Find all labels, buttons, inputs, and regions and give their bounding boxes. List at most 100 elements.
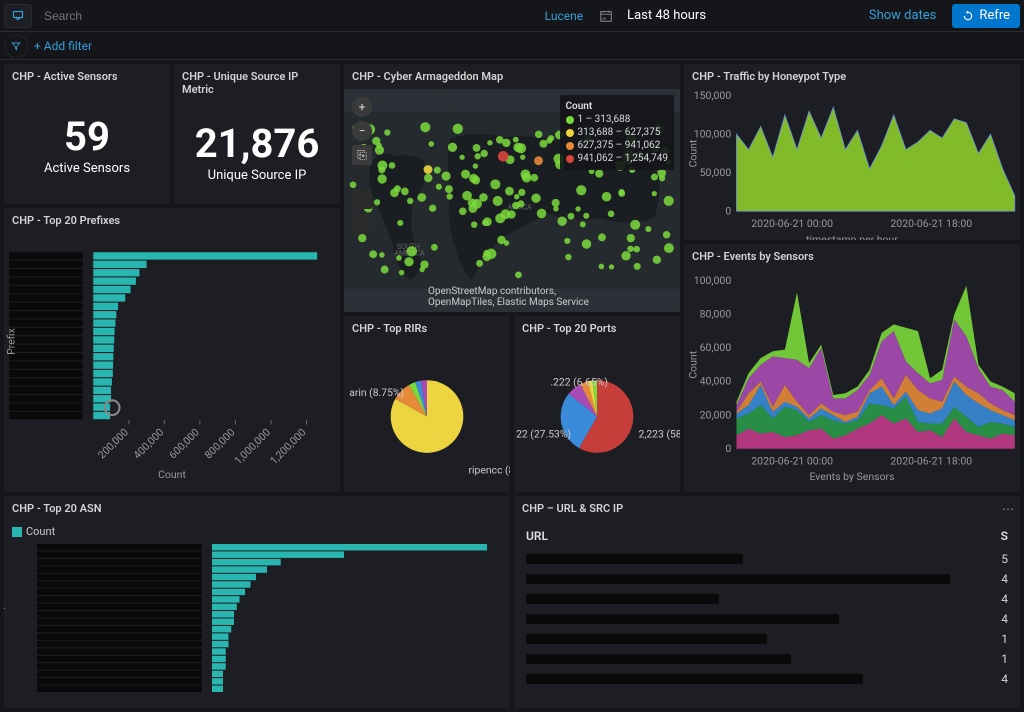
svg-text:arin (8.75%): arin (8.75%) bbox=[349, 386, 404, 399]
panel-active-sensors: CHP - Active Sensors 59 Active Sensors bbox=[4, 64, 170, 204]
redacted-url bbox=[526, 614, 839, 624]
filter-bar: + Add filter bbox=[0, 32, 1024, 60]
date-picker-button[interactable] bbox=[593, 4, 619, 28]
events-chart[interactable]: 020,00040,00060,00080,000100,000Count202… bbox=[684, 269, 1020, 492]
svg-text:1,000,000: 1,000,000 bbox=[232, 426, 273, 467]
show-dates-link[interactable]: Show dates bbox=[859, 8, 947, 23]
svg-text:timestamp per hour: timestamp per hour bbox=[806, 233, 898, 240]
row-count: 4 bbox=[998, 612, 1008, 626]
metric-value: 21,876 bbox=[195, 124, 320, 164]
refresh-button[interactable]: Refre bbox=[952, 4, 1020, 28]
filter-options-button[interactable] bbox=[4, 34, 28, 58]
map-zoom-out-button[interactable]: − bbox=[352, 121, 372, 141]
redacted-url bbox=[526, 634, 767, 644]
svg-text:Count: Count bbox=[158, 468, 186, 481]
saved-queries-dropdown[interactable] bbox=[4, 4, 32, 28]
panel-title: CHP - Active Sensors bbox=[4, 64, 170, 89]
svg-text:Count: Count bbox=[687, 139, 700, 167]
panel-unique-source-ip: CHP - Unique Source IP Metric 21,876 Uni… bbox=[174, 64, 340, 204]
svg-text:0: 0 bbox=[725, 204, 731, 217]
add-filter-button[interactable]: + Add filter bbox=[34, 39, 92, 53]
query-bar: Lucene Last 48 hours Show dates Refre bbox=[0, 0, 1024, 32]
svg-text:ripencc (83.: ripencc (83. bbox=[469, 464, 511, 477]
panel-cyber-armageddon-map: CHP - Cyber Armageddon Map SOUTH AMERICA… bbox=[344, 64, 680, 312]
map-layer-button-2[interactable] bbox=[352, 213, 372, 233]
panel-title: CHP - Events by Sensors bbox=[684, 244, 1020, 269]
panel-events: CHP - Events by Sensors 0 20,000 40,000 60,… bbox=[684, 244, 1020, 492]
redacted-url bbox=[526, 594, 719, 604]
panel-title: CHP - Top 20 Prefixes bbox=[4, 208, 340, 233]
panel-url-src-ip: CHP – URL & SRC IP ⋯ URL S 5 4 4 4 1 1 4 bbox=[514, 496, 1020, 708]
svg-text:.222 (6.65%): .222 (6.65%) bbox=[550, 375, 608, 388]
svg-text:60,000: 60,000 bbox=[700, 341, 732, 354]
svg-text:40,000: 40,000 bbox=[700, 375, 732, 388]
panel-rirs: CHP - Top RIRs arin (8.75%) ripencc (83. bbox=[344, 316, 510, 492]
svg-text:50,000: 50,000 bbox=[700, 166, 732, 179]
count-column-header[interactable]: S bbox=[1001, 529, 1008, 543]
table-row[interactable]: 4 bbox=[526, 589, 1008, 609]
panel-title: CHP - Cyber Armageddon Map bbox=[344, 64, 680, 89]
svg-text:2020-06-21 00:00: 2020-06-21 00:00 bbox=[751, 217, 833, 230]
svg-text:200,000: 200,000 bbox=[95, 426, 131, 462]
traffic-chart[interactable]: 0 50,000 100,000 150,000 Count 2020-06-21 00:… bbox=[684, 89, 1020, 240]
svg-text:600,000: 600,000 bbox=[166, 426, 202, 462]
svg-text:2020-06-21 18:00: 2020-06-21 18:00 bbox=[890, 217, 972, 230]
svg-text:400,000: 400,000 bbox=[131, 426, 167, 462]
row-count: 4 bbox=[998, 592, 1008, 606]
asn-chart[interactable] bbox=[12, 542, 502, 697]
svg-text:2020-06-21 00:00: 2020-06-21 00:00 bbox=[751, 455, 833, 468]
row-count: 1 bbox=[998, 652, 1008, 666]
table-row[interactable]: 1 bbox=[526, 649, 1008, 669]
svg-text:2020-06-21 18:00: 2020-06-21 18:00 bbox=[890, 455, 972, 468]
ports-pie[interactable]: .222 (6.65%) 22 (27.53%) 2,223 (58.23 bbox=[514, 341, 680, 492]
svg-text:100,000: 100,000 bbox=[694, 127, 732, 140]
row-count: 4 bbox=[998, 672, 1008, 686]
panel-traffic: CHP - Traffic by Honeypot Type 0 50,000 10… bbox=[684, 64, 1020, 240]
row-count: 1 bbox=[998, 632, 1008, 646]
map-legend: Count 1 – 313,688 313,688 – 627,375 627,… bbox=[560, 95, 675, 170]
prefixes-chart[interactable]: 200,000400,000600,000800,0001,000,0001,2… bbox=[4, 233, 340, 492]
redacted-url bbox=[526, 574, 950, 584]
search-input[interactable] bbox=[36, 4, 535, 28]
map-crop-button[interactable]: ⎘ bbox=[352, 145, 372, 165]
panel-title: CHP - Top 20 ASN bbox=[4, 496, 510, 521]
panel-title: CHP - Top RIRs bbox=[344, 316, 510, 341]
table-row[interactable]: 4 bbox=[526, 569, 1008, 589]
query-language-button[interactable]: Lucene bbox=[535, 9, 593, 23]
panel-title: CHP – URL & SRC IP bbox=[514, 496, 1020, 521]
metric-value: 59 bbox=[64, 117, 110, 157]
table-row[interactable]: 5 bbox=[526, 549, 1008, 569]
panel-options-button[interactable]: ⋯ bbox=[1002, 502, 1014, 516]
svg-text:2,223 (58.23: 2,223 (58.23 bbox=[639, 427, 681, 440]
panel-title: CHP - Unique Source IP Metric bbox=[174, 64, 340, 102]
svg-text:0: 0 bbox=[725, 442, 731, 455]
svg-text:20,000: 20,000 bbox=[700, 408, 732, 421]
metric-label: Active Sensors bbox=[44, 161, 130, 176]
svg-text:Events by Sensors: Events by Sensors bbox=[809, 470, 894, 483]
table-row[interactable]: 4 bbox=[526, 609, 1008, 629]
asn-legend: Count bbox=[12, 525, 502, 538]
table-row[interactable]: 1 bbox=[526, 629, 1008, 649]
panel-ports: CHP - Top 20 Ports .222 (6.65%)22 (27.53… bbox=[514, 316, 680, 492]
panel-prefixes: CHP - Top 20 Prefixes 200,000400,000600,… bbox=[4, 208, 340, 492]
panel-title: CHP - Traffic by Honeypot Type bbox=[684, 64, 1020, 89]
url-column-header[interactable]: URL bbox=[526, 529, 548, 543]
time-range-label[interactable]: Last 48 hours bbox=[619, 8, 714, 23]
svg-text:Prefix: Prefix bbox=[4, 328, 17, 355]
row-count: 5 bbox=[998, 552, 1008, 566]
svg-text:1,200,000: 1,200,000 bbox=[267, 426, 308, 467]
panel-asn: CHP - Top 20 ASN Count Top 20 ASNs bbox=[4, 496, 510, 708]
map-layer-button[interactable] bbox=[352, 189, 372, 209]
table-row[interactable]: 4 bbox=[526, 669, 1008, 689]
redacted-url bbox=[526, 554, 743, 564]
svg-text:22 (27.53%): 22 (27.53%) bbox=[516, 427, 571, 440]
map-attribution: OpenStreetMap contributors, OpenMapTiles… bbox=[428, 286, 596, 308]
dashboard-grid: CHP - Active Sensors 59 Active Sensors C… bbox=[0, 60, 1024, 712]
svg-text:150,000: 150,000 bbox=[694, 89, 732, 102]
svg-text:80,000: 80,000 bbox=[700, 308, 732, 321]
map-zoom-in-button[interactable]: + bbox=[352, 97, 372, 117]
rirs-pie[interactable]: arin (8.75%) ripencc (83. bbox=[344, 341, 510, 492]
row-count: 4 bbox=[998, 572, 1008, 586]
svg-text:Count: Count bbox=[687, 350, 700, 378]
redacted-url bbox=[526, 674, 863, 684]
